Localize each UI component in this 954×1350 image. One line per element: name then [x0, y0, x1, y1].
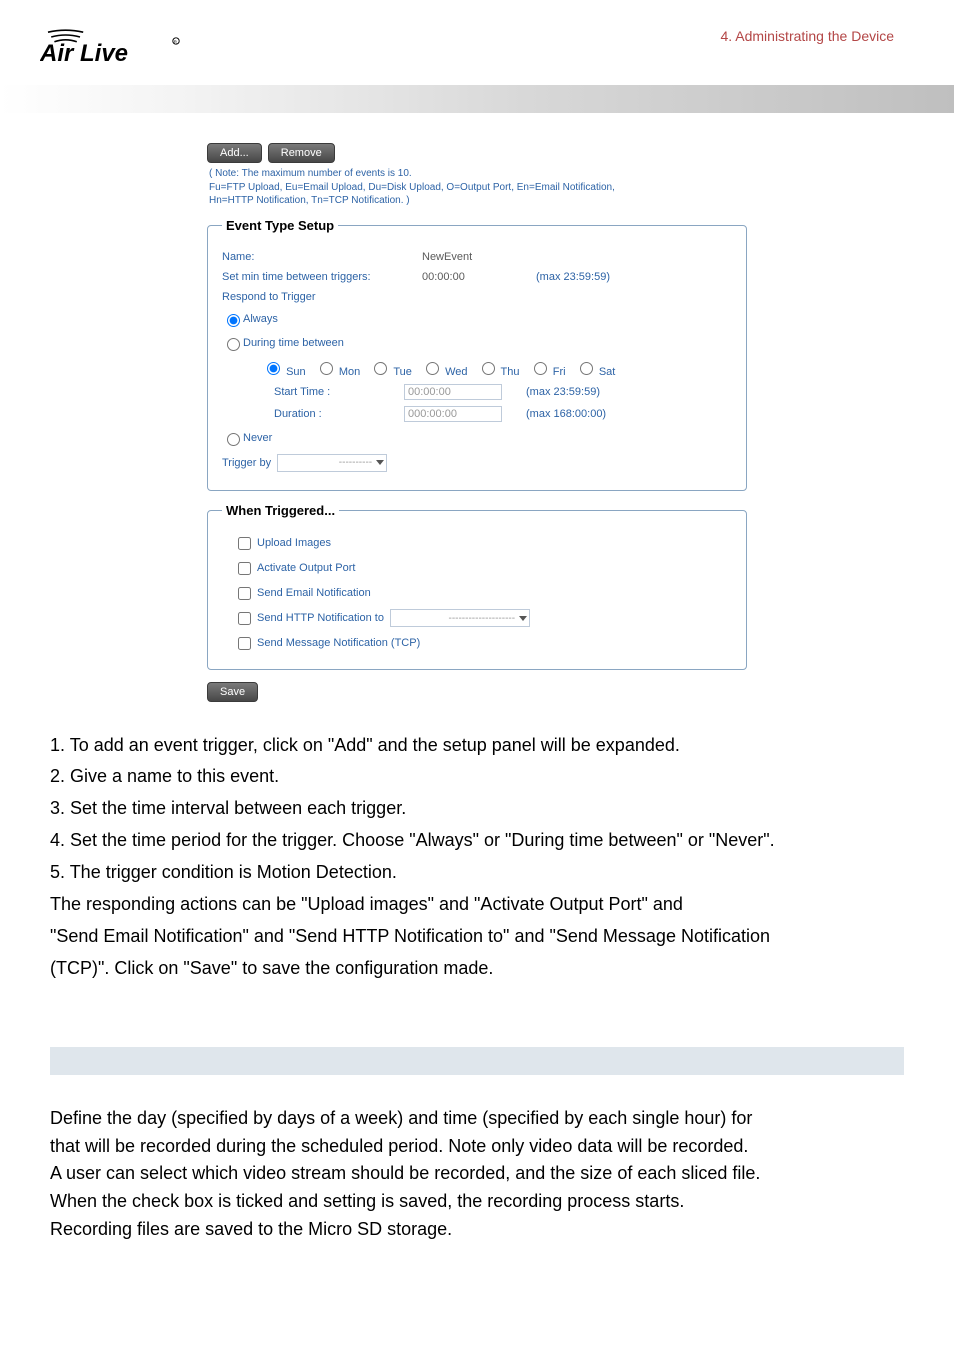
start-time-max: (max 23:59:59)	[526, 386, 600, 398]
note-line-1: ( Note: The maximum number of events is …	[209, 168, 412, 179]
note-line-3: Hn=HTTP Notification, Tn=TCP Notificatio…	[209, 195, 410, 206]
activate-output-label: Activate Output Port	[257, 562, 355, 574]
chevron-down-icon	[519, 616, 527, 621]
day-thu-radio[interactable]	[482, 362, 495, 375]
start-time-input[interactable]	[404, 384, 502, 400]
mintime-label: Set min time between triggers:	[222, 271, 422, 283]
activate-output-checkbox[interactable]	[238, 562, 251, 575]
start-time-label: Start Time :	[274, 386, 404, 398]
send-email-checkbox[interactable]	[238, 587, 251, 600]
days-row: Sun Mon Tue Wed Thu Fri Sat	[262, 359, 732, 378]
when-triggered-fieldset: When Triggered... Upload Images Activate…	[207, 503, 747, 670]
instructions-block: 1. To add an event trigger, click on "Ad…	[0, 732, 954, 1017]
day-sun: Sun	[286, 366, 306, 378]
day-wed-radio[interactable]	[426, 362, 439, 375]
event-type-legend: Event Type Setup	[222, 218, 338, 233]
note-text: ( Note: The maximum number of events is …	[209, 167, 747, 208]
mintime-value[interactable]: 00:00:00	[422, 271, 512, 283]
day-tue-radio[interactable]	[374, 362, 387, 375]
duration-max: (max 168:00:00)	[526, 408, 606, 420]
trigger-by-value: ----------	[339, 457, 372, 468]
upload-images-checkbox[interactable]	[238, 537, 251, 550]
event-type-fieldset: Event Type Setup Name: NewEvent Set min …	[207, 218, 747, 491]
day-sat: Sat	[599, 366, 616, 378]
trigger-by-select[interactable]: ----------	[277, 454, 387, 472]
always-radio[interactable]	[227, 314, 240, 327]
send-tcp-label: Send Message Notification (TCP)	[257, 637, 420, 649]
mintime-max: (max 23:59:59)	[536, 271, 610, 283]
send-tcp-checkbox[interactable]	[238, 637, 251, 650]
instr-line-7: "Send Email Notification" and "Send HTTP…	[50, 923, 894, 951]
instr-line-8: (TCP)". Click on "Save" to save the conf…	[50, 955, 894, 983]
lower-line-2: that will be recorded during the schedul…	[50, 1133, 899, 1161]
day-tue: Tue	[393, 366, 412, 378]
instr-line-5: 5. The trigger condition is Motion Detec…	[50, 859, 894, 887]
name-value[interactable]: NewEvent	[422, 251, 512, 263]
page-header-text: 4. Administrating the Device	[200, 20, 914, 44]
always-label: Always	[243, 313, 278, 325]
remove-button[interactable]: Remove	[268, 143, 335, 163]
chevron-down-icon	[376, 460, 384, 465]
http-target-value: --------------------	[448, 613, 515, 624]
instr-line-6: The responding actions can be "Upload im…	[50, 891, 894, 919]
http-target-select[interactable]: --------------------	[390, 609, 530, 627]
respond-label: Respond to Trigger	[222, 291, 316, 303]
note-line-2: Fu=FTP Upload, Eu=Email Upload, Du=Disk …	[209, 182, 615, 193]
day-sat-radio[interactable]	[580, 362, 593, 375]
never-label: Never	[243, 432, 272, 444]
instr-line-4: 4. Set the time period for the trigger. …	[50, 827, 894, 855]
svg-text:R: R	[174, 40, 177, 45]
name-label: Name:	[222, 251, 422, 263]
day-mon: Mon	[339, 366, 360, 378]
send-email-label: Send Email Notification	[257, 587, 371, 599]
duration-input[interactable]	[404, 406, 502, 422]
lower-line-4: When the check box is ticked and setting…	[50, 1188, 899, 1216]
logo: Air Live R	[40, 20, 200, 75]
svg-text:Air Live: Air Live	[40, 40, 128, 67]
day-fri-radio[interactable]	[534, 362, 547, 375]
section-bar	[50, 1047, 904, 1075]
instr-line-2: 2. Give a name to this event.	[50, 763, 894, 791]
instr-line-3: 3. Set the time interval between each tr…	[50, 795, 894, 823]
lower-line-1: Define the day (specified by days of a w…	[50, 1105, 899, 1133]
day-wed: Wed	[445, 366, 467, 378]
instr-line-1: 1. To add an event trigger, click on "Ad…	[50, 732, 894, 760]
day-sun-radio[interactable]	[267, 362, 280, 375]
never-radio[interactable]	[227, 433, 240, 446]
send-http-checkbox[interactable]	[238, 612, 251, 625]
send-http-label: Send HTTP Notification to	[257, 612, 384, 624]
during-label: During time between	[243, 337, 344, 349]
lower-line-5: Recording files are saved to the Micro S…	[50, 1216, 899, 1244]
lower-line-3: A user can select which video stream sho…	[50, 1160, 899, 1188]
upload-images-label: Upload Images	[257, 537, 331, 549]
during-radio[interactable]	[227, 338, 240, 351]
lower-text-block: Define the day (specified by days of a w…	[0, 1105, 954, 1304]
day-mon-radio[interactable]	[320, 362, 333, 375]
save-button[interactable]: Save	[207, 682, 258, 702]
when-triggered-legend: When Triggered...	[222, 503, 339, 518]
header-gradient-bar	[0, 85, 954, 113]
add-button[interactable]: Add...	[207, 143, 262, 163]
day-fri: Fri	[553, 366, 566, 378]
duration-label: Duration :	[274, 408, 404, 420]
day-thu: Thu	[501, 366, 520, 378]
trigger-by-label: Trigger by	[222, 457, 271, 469]
